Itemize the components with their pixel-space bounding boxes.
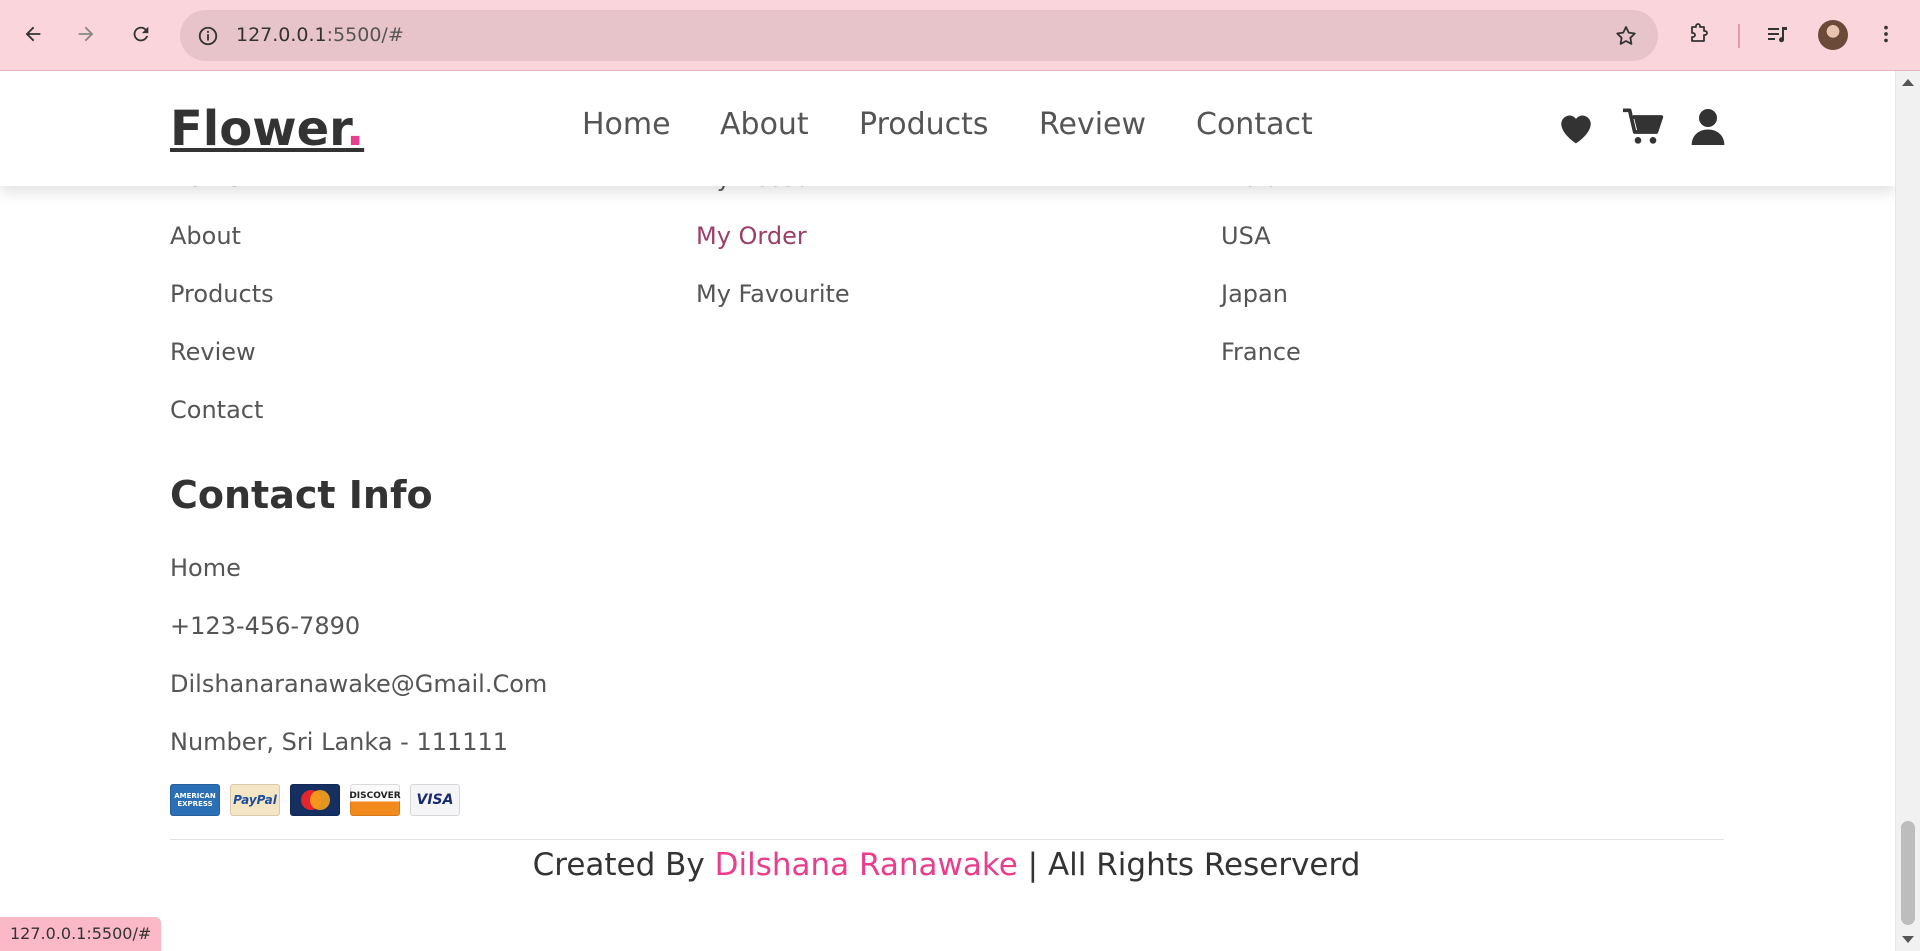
- footer-link-japan[interactable]: Japan: [1221, 280, 1288, 308]
- credit-author: Dilshana Ranawake: [714, 847, 1018, 883]
- paypal-card-icon: PayPal: [230, 784, 280, 816]
- contact-info-home: Home: [170, 554, 241, 582]
- reload-icon[interactable]: [121, 14, 161, 54]
- nav-home[interactable]: Home: [582, 107, 671, 142]
- footer-link-contact[interactable]: Contact: [170, 396, 263, 424]
- bookmark-star-icon[interactable]: [1612, 22, 1640, 50]
- footer-credit: Created By Dilshana Ranawake | All Right…: [0, 847, 1893, 883]
- forward-arrow-icon[interactable]: [66, 14, 106, 54]
- visa-card-icon: VISA: [410, 784, 460, 816]
- footer-link-my-favourite[interactable]: My Favourite: [696, 280, 850, 308]
- contact-info-heading: Contact Info: [170, 473, 433, 517]
- footer-link-about[interactable]: About: [170, 222, 241, 250]
- url-path: :5500/#: [326, 24, 404, 46]
- media-control-icon[interactable]: [1757, 14, 1797, 54]
- address-bar[interactable]: 127.0.0.1:5500/#: [180, 10, 1658, 61]
- footer-link-france[interactable]: France: [1221, 338, 1301, 366]
- site-info-icon[interactable]: [194, 22, 222, 50]
- footer-link-my-order[interactable]: My Order: [696, 222, 807, 250]
- footer-divider: [170, 839, 1724, 840]
- kebab-menu-icon[interactable]: [1866, 14, 1906, 54]
- url-host: 127.0.0.1: [236, 24, 327, 46]
- scroll-up-arrow-icon[interactable]: [1902, 79, 1914, 86]
- profile-avatar[interactable]: [1818, 20, 1848, 50]
- browser-toolbar: 127.0.0.1:5500/#: [0, 0, 1920, 71]
- nav-contact[interactable]: Contact: [1196, 107, 1313, 142]
- shopping-cart-icon[interactable]: [1621, 105, 1665, 149]
- logo-text: Flower: [170, 101, 346, 157]
- logo-dot: .: [345, 101, 365, 157]
- footer-link-review[interactable]: Review: [170, 338, 256, 366]
- footer-link-usa[interactable]: USA: [1221, 222, 1271, 250]
- credit-suffix: | All Rights Reserverd: [1017, 847, 1361, 883]
- extensions-icon[interactable]: [1679, 14, 1719, 54]
- credit-prefix: Created By: [532, 847, 715, 883]
- contact-info-phone: +123-456-7890: [170, 612, 361, 640]
- heart-icon[interactable]: [1554, 105, 1598, 149]
- user-icon[interactable]: [1686, 105, 1730, 149]
- back-arrow-icon[interactable]: [13, 14, 53, 54]
- site-header: Flower. Home About Products Review Conta…: [0, 71, 1895, 186]
- footer-link-products[interactable]: Products: [170, 280, 274, 308]
- amex-card-icon: AMERICAN EXPRESS: [170, 784, 220, 816]
- contact-info-email: Dilshanaranawake@Gmail.Com: [170, 670, 548, 698]
- page-viewport: Home About Products Review Contact My Ac…: [0, 71, 1920, 951]
- nav-review[interactable]: Review: [1039, 107, 1146, 142]
- scrollbar-thumb[interactable]: [1901, 821, 1915, 925]
- nav-products[interactable]: Products: [859, 107, 989, 142]
- url-text: 127.0.0.1:5500/#: [236, 10, 404, 61]
- page-scrollbar[interactable]: [1895, 71, 1920, 951]
- toolbar-divider: [1738, 24, 1740, 48]
- site-logo[interactable]: Flower.: [170, 101, 364, 157]
- contact-info-address: Number, Sri Lanka - 111111: [170, 728, 509, 756]
- mastercard-card-icon: [290, 784, 340, 816]
- payment-methods: AMERICAN EXPRESS PayPal DISCOVER VISA: [170, 784, 460, 816]
- discover-card-icon: DISCOVER: [349, 784, 401, 816]
- status-bar-url: 127.0.0.1:5500/#: [0, 917, 162, 951]
- scroll-down-arrow-icon[interactable]: [1902, 936, 1914, 943]
- nav-about[interactable]: About: [720, 107, 809, 142]
